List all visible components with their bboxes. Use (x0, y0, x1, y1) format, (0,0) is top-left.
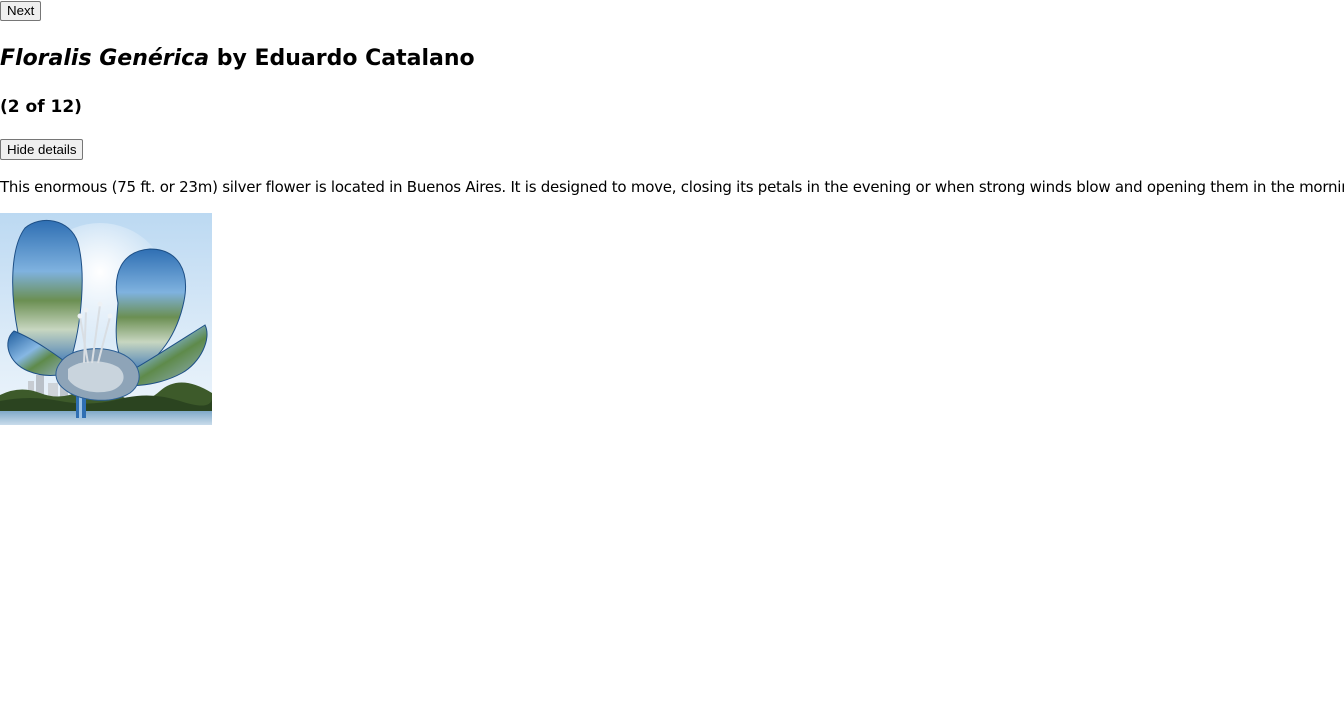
artwork-image (0, 213, 212, 425)
next-button[interactable]: Next (0, 1, 42, 21)
artwork-title-artist: by Eduardo Catalano (209, 46, 475, 71)
artwork-title-name: Floralis Genérica (0, 46, 210, 71)
artwork-title: Floralis Genérica by Eduardo Catalano (0, 44, 475, 74)
hide-details-button[interactable]: Hide details (0, 139, 84, 160)
slide-counter: (2 of 12) (0, 97, 82, 117)
artwork-description: This enormous (75 ft. or 23m) silver flo… (0, 178, 1344, 196)
